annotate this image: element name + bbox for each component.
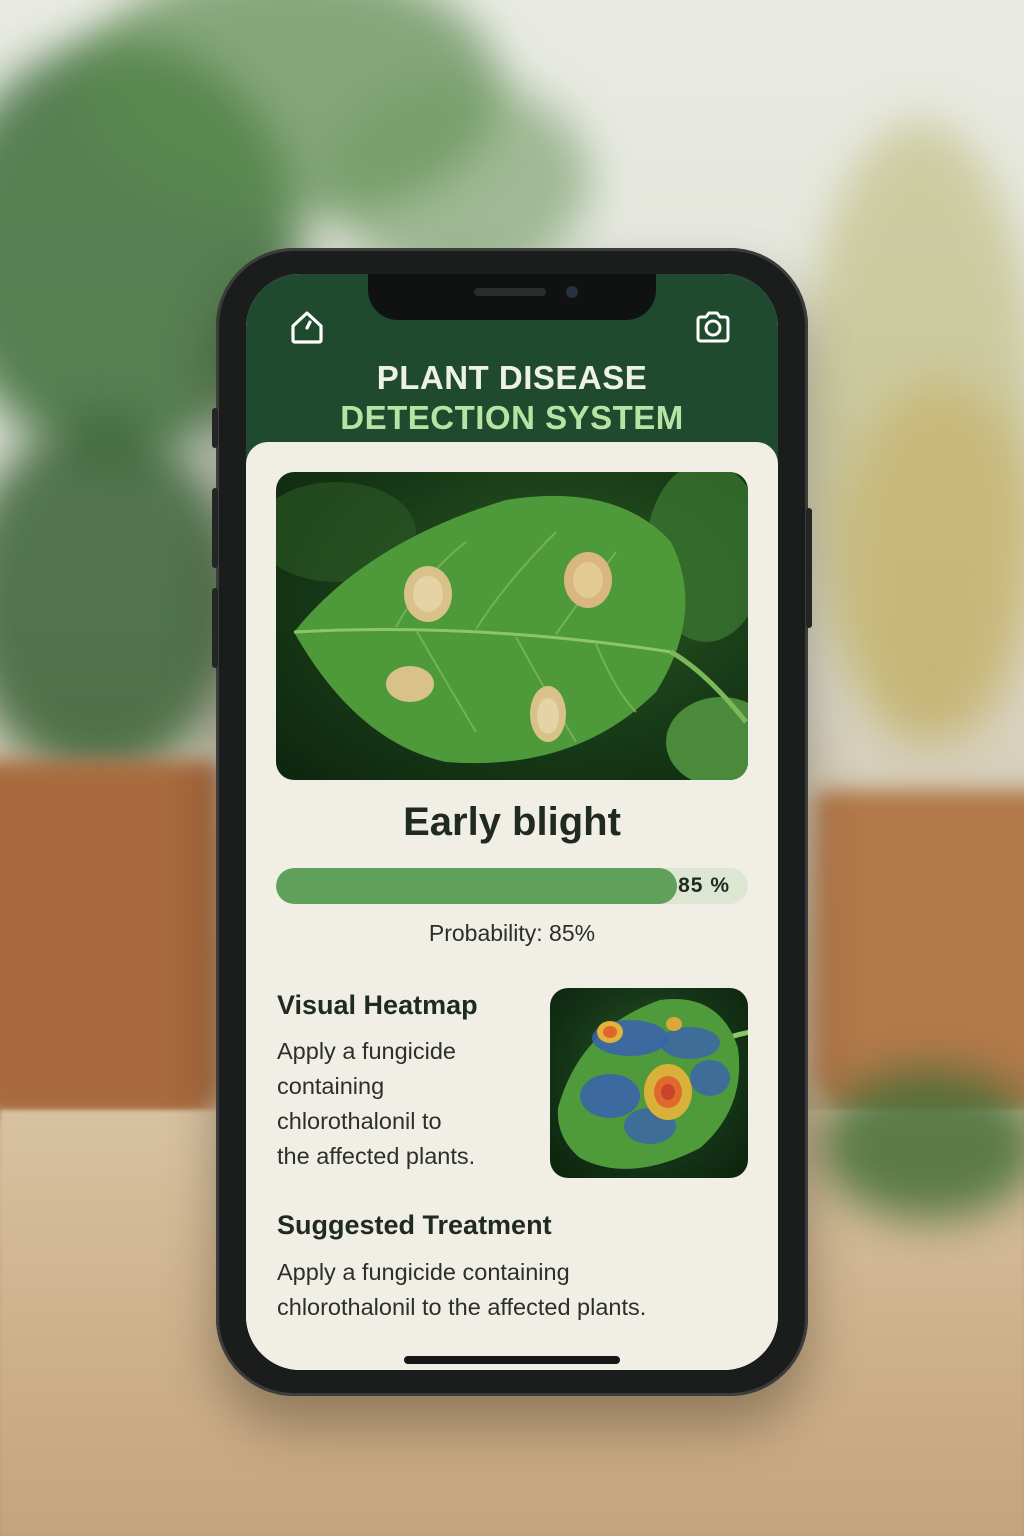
heatmap-description-line: chlorothalonil to	[277, 1108, 442, 1134]
heatmap-description-line: containing	[277, 1073, 385, 1099]
probability-bar-fill	[276, 868, 678, 904]
probability-bar: 85 %	[276, 868, 748, 904]
treatment-description-line: Apply a fungicide containing	[277, 1259, 570, 1285]
left-flowerpot	[0, 760, 220, 1120]
smartphone: PLANT DISEASE DETECTION SYSTEM Early bli…	[212, 248, 812, 1396]
phone-screen: PLANT DISEASE DETECTION SYSTEM Early bli…	[246, 274, 778, 1370]
disease-name: Early blight	[403, 800, 621, 844]
heatmap-image[interactable]	[550, 988, 748, 1178]
treatment-section-title: Suggested Treatment	[277, 1210, 552, 1240]
heatmap-section-title: Visual Heatmap	[277, 990, 478, 1020]
leaf-photo	[276, 472, 748, 780]
right-flowerpot	[815, 790, 1024, 1110]
treatment-description: Apply a fungicide containing chlorothalo…	[277, 1255, 646, 1325]
heatmap-description: Apply a fungicide containing chlorothalo…	[277, 1034, 475, 1174]
result-card: Early blight 85 % Probability: 85% Visua…	[246, 442, 778, 1370]
app-title-line1: PLANT DISEASE	[376, 359, 648, 396]
home-icon[interactable]	[288, 308, 326, 346]
app-title: PLANT DISEASE DETECTION SYSTEM	[246, 358, 778, 438]
home-indicator[interactable]	[404, 1356, 620, 1364]
camera-icon[interactable]	[694, 308, 732, 346]
front-camera	[566, 286, 578, 298]
speaker-grille	[474, 288, 546, 296]
heatmap-description-line: the affected plants.	[277, 1143, 476, 1169]
probability-badge: 85 %	[678, 874, 730, 897]
app-title-line2: DETECTION SYSTEM	[340, 399, 684, 436]
notch	[368, 274, 656, 320]
probability-label: Probability: 85%	[428, 920, 596, 946]
treatment-description-line: chlorothalonil to the affected plants.	[277, 1294, 647, 1320]
heatmap-description-line: Apply a fungicide	[277, 1038, 456, 1064]
